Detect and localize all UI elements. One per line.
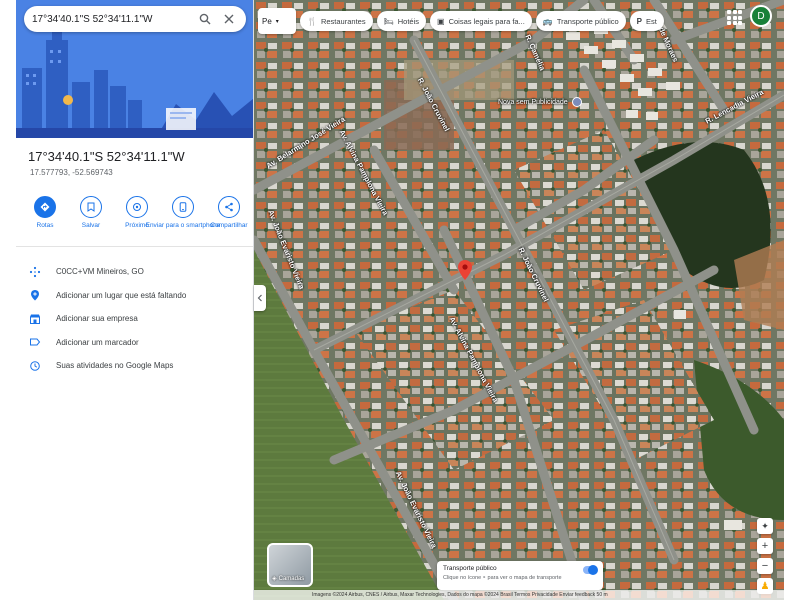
attractions-chip-label: Coisas legais para fa...	[448, 16, 525, 26]
chevron-down-icon: ▾	[275, 18, 279, 25]
zoom-out-button[interactable]: −	[757, 558, 773, 574]
share-button[interactable]: Compartilhar	[208, 196, 250, 229]
add-business-row[interactable]: Adicionar sua empresa	[28, 307, 248, 331]
add-label-text: Adicionar um marcador	[56, 337, 139, 347]
map-controls: ✦ + − ♟	[756, 518, 774, 594]
parking-chip-label: Est	[646, 16, 657, 26]
transit-card[interactable]: Transporte público Clique no ícone ‣ par…	[437, 561, 603, 590]
layers-label-row: ◈ Camadas	[272, 575, 305, 583]
avatar[interactable]: D	[750, 5, 772, 27]
poi-marker[interactable]: Nova sem Publicidade	[498, 97, 582, 107]
zoom-in-button[interactable]: +	[757, 538, 773, 554]
activity-row[interactable]: Suas atividades no Google Maps	[28, 354, 248, 378]
satellite-imagery	[254, 0, 784, 600]
transit-card-title: Transporte público	[443, 565, 497, 572]
divider	[16, 246, 253, 247]
directions-label: Rotas	[36, 222, 54, 229]
restaurant-icon: 🍴	[307, 16, 317, 26]
layer-chip-label: Pe	[262, 16, 272, 26]
layers-icon: ◈	[272, 576, 277, 582]
info-list: C0CC+VM Mineiros, GO Adicionar um lugar …	[28, 260, 248, 378]
save-button[interactable]: Salvar	[70, 196, 112, 229]
directions-icon	[34, 196, 56, 218]
label-icon	[28, 335, 42, 349]
category-chips: Pe ▾ 🍴 Restaurantes 🛏 Hotéis ▣ Coisas le…	[258, 8, 664, 34]
save-label: Salvar	[81, 222, 101, 229]
satellite-map[interactable]: Av. Belarmino José Vieira Av. Alvina Pam…	[254, 0, 784, 600]
poi-icon	[571, 97, 582, 107]
collapse-panel-button[interactable]	[254, 285, 266, 311]
close-icon[interactable]	[220, 10, 238, 28]
compass-icon[interactable]: ✦	[757, 518, 773, 534]
layers-button[interactable]: ◈ Camadas	[267, 543, 313, 587]
business-icon	[28, 312, 42, 326]
chevron-left-icon	[257, 294, 262, 302]
parking-chip[interactable]: P Est	[629, 11, 664, 31]
map-footer: Imagens ©2024 Airbus, CNES / Airbus, Max…	[254, 590, 784, 600]
add-business-text: Adicionar sua empresa	[56, 314, 138, 324]
transit-chip-label: Transporte público	[556, 16, 619, 26]
parking-icon: P	[636, 16, 643, 26]
directions-button[interactable]: Rotas	[24, 196, 66, 229]
attractions-icon: ▣	[437, 16, 445, 26]
plus-code-text: C0CC+VM Mineiros, GO	[56, 267, 144, 277]
send-to-phone-button[interactable]: Enviar para o smartphone	[146, 196, 220, 229]
apps-grid-icon[interactable]	[725, 8, 742, 25]
add-place-icon	[28, 288, 42, 302]
attractions-chip[interactable]: ▣ Coisas legais para fa...	[430, 11, 532, 31]
search-box[interactable]	[24, 6, 246, 32]
transit-toggle[interactable]	[583, 565, 598, 575]
side-panel: 17°34'40.1"S 52°34'11.1"W 17.577793, -52…	[16, 0, 254, 600]
location-pin-icon[interactable]	[458, 260, 472, 285]
transit-chip[interactable]: 🚌 Transporte público	[535, 11, 626, 31]
add-place-text: Adicionar um lugar que está faltando	[56, 290, 187, 300]
add-label-row[interactable]: Adicionar um marcador	[28, 331, 248, 355]
transit-card-subtitle: Clique no ícone ‣ para ver o mapa de tra…	[443, 575, 562, 581]
hotels-chip[interactable]: 🛏 Hotéis	[376, 11, 426, 31]
restaurants-chip-label: Restaurantes	[320, 16, 366, 26]
page-edge	[784, 0, 800, 600]
plus-code-row[interactable]: C0CC+VM Mineiros, GO	[28, 260, 248, 284]
share-label: Compartilhar	[210, 222, 248, 229]
restaurants-chip[interactable]: 🍴 Restaurantes	[300, 11, 373, 31]
activity-text: Suas atividades no Google Maps	[56, 361, 174, 371]
layers-label: Camadas	[278, 575, 305, 582]
add-place-row[interactable]: Adicionar um lugar que está faltando	[28, 284, 248, 308]
hotels-chip-label: Hotéis	[397, 16, 419, 26]
poi-label: Nova sem Publicidade	[498, 98, 568, 106]
share-icon	[218, 196, 240, 218]
place-title: 17°34'40.1"S 52°34'11.1"W	[28, 149, 185, 164]
history-icon	[28, 359, 42, 373]
plus-code-icon	[28, 265, 42, 279]
hotel-icon: 🛏	[383, 16, 394, 26]
action-buttons: Rotas Salvar Próximo Enviar para o smart…	[24, 196, 250, 229]
layer-chip[interactable]: Pe ▾	[258, 8, 296, 34]
send-to-phone-icon	[172, 196, 194, 218]
search-input[interactable]	[32, 13, 190, 25]
bookmark-icon	[80, 196, 102, 218]
transit-icon: 🚌	[542, 16, 553, 26]
search-icon[interactable]	[196, 10, 214, 28]
nearby-icon	[126, 196, 148, 218]
decimal-coordinates: 17.577793, -52.569743	[30, 168, 113, 177]
